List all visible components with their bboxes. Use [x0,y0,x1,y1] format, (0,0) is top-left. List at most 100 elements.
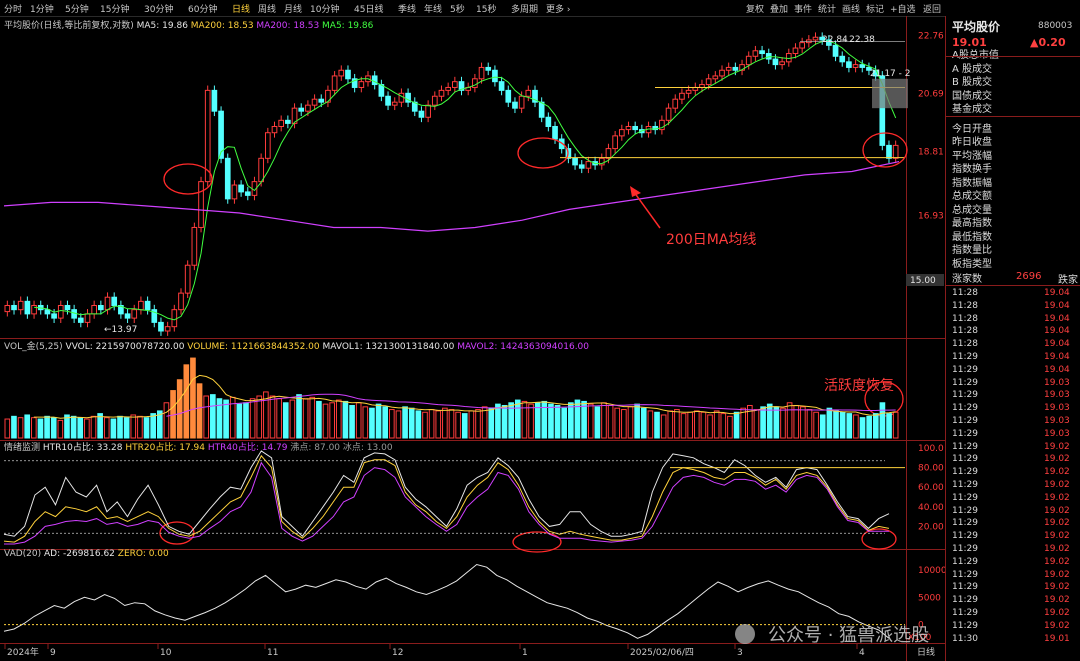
x-label-5: 1 [522,648,528,658]
tab-5[interactable]: 60分钟 [188,2,217,15]
tick-time: 11:29 [952,403,978,414]
toolbar-action-7[interactable]: 返回 [923,2,941,15]
volume-bar [37,418,44,439]
candle-body [518,95,525,109]
volume-bar [892,411,899,439]
candle-body [552,125,558,140]
tick-time: 11:29 [952,467,978,478]
tick-time: 11:30 [952,633,978,644]
tick-price: 19.02 [1044,569,1070,580]
candle-body [77,317,84,323]
indicator-value-1: MA200: 18.53 [190,21,257,31]
volume-bar [382,406,389,439]
volume-bar [309,396,316,439]
candle-body [331,75,338,91]
volume-bar [687,411,693,439]
candle-body [438,89,445,97]
toolbar-action-6[interactable]: +自选 [890,2,916,15]
ma200-annotation: 200日MA均线 [666,232,756,248]
candle-body [305,104,311,112]
highlight-circle-7 [861,528,897,550]
volume-bar [720,413,727,439]
tab-9[interactable]: 10分钟 [310,2,339,15]
tick-price: 19.02 [1044,608,1070,618]
candle-body [759,50,765,55]
volume-bar [216,398,223,439]
tab-8[interactable]: 月线 [284,2,302,15]
volume-bar [196,383,203,439]
candle-body [839,55,846,63]
tab-15[interactable]: 多周期 [511,2,538,15]
volume-bar [322,403,329,439]
volume-bar [647,410,654,439]
up-count-value: 2696 [1016,271,1042,282]
candle-body [892,144,899,159]
tick-time: 11:29 [952,582,978,593]
tab-6[interactable]: 日线 [232,2,250,15]
ad-line [3,563,890,639]
volume-bar [11,415,17,439]
candle-body [11,304,17,311]
vol-panel-info: VOL_金(5,25) VVOL: 2215970078720.00 VOLUM… [4,339,589,352]
menu-item-4[interactable]: 基金成交 [952,100,992,115]
index-name: 平均股价 [952,20,1001,34]
tab-13[interactable]: 5秒 [450,2,465,15]
toolbar-action-3[interactable]: 统计 [818,2,836,15]
tick-price: 19.03 [1044,428,1070,439]
volume-bar [64,414,70,439]
highlight-circle-1 [163,163,213,195]
volume-bar [707,414,713,439]
candle-body [525,89,532,97]
tab-16[interactable]: 更多 › [546,2,570,15]
tab-7[interactable]: 周线 [258,2,276,15]
volume-bar [475,409,481,439]
tab-0[interactable]: 分时 [4,2,22,15]
volume-bar [554,404,561,439]
volume-bar [813,411,819,439]
candle-body [4,304,11,313]
indicator-value-0: VVOL: 2215970078720.00 [65,342,188,352]
candle-body [178,292,184,311]
menu-item-15[interactable]: 板指类型 [952,255,992,270]
candle-body [391,101,398,106]
toolbar-action-0[interactable]: 复权 [746,2,764,15]
volume-bar [256,395,263,439]
candle-body [111,296,118,306]
indicator-value-3: MA5: 19.86 [322,21,374,31]
candle-body [371,75,378,86]
toolbar-action-4[interactable]: 画线 [842,2,860,15]
candle-body [445,86,451,91]
volume-bar [117,415,123,439]
tab-14[interactable]: 15秒 [476,2,496,15]
indicator-value-1: ZERO: 0.00 [117,549,169,559]
candle-body [171,309,178,328]
tab-10[interactable]: 45日线 [354,2,383,15]
volume-bar [402,406,408,439]
indicator-value-0: HTR10占比: 33.28 [42,443,126,453]
watermark-logo [735,624,755,644]
candle-body [144,300,151,311]
tick-time: 11:29 [952,352,978,362]
volume-bar [190,357,196,439]
volume-bar [428,409,435,439]
toolbar-action-5[interactable]: 标记 [866,2,884,15]
tab-1[interactable]: 1分钟 [30,2,54,15]
volume-bar [422,411,428,439]
candle-body [779,61,785,66]
toolbar-action-2[interactable]: 事件 [794,2,812,15]
tab-2[interactable]: 5分钟 [65,2,89,15]
mood-y-label-0: 100.0 [918,444,944,454]
volume-bar [574,399,581,439]
tab-3[interactable]: 15分钟 [100,2,129,15]
tick-time: 11:29 [952,531,978,542]
tab-4[interactable]: 30分钟 [144,2,173,15]
candle-body [478,66,485,80]
volume-bar [587,403,594,439]
tick-time: 11:29 [952,556,978,567]
volume-bar [561,407,568,439]
tab-11[interactable]: 季线 [398,2,416,15]
toolbar-action-1[interactable]: 叠加 [770,2,788,15]
index-code: 880003 [1038,21,1073,31]
indicator-value-2: MAVOL1: 1321300131840.00 [322,342,458,352]
tab-12[interactable]: 年线 [424,2,442,15]
